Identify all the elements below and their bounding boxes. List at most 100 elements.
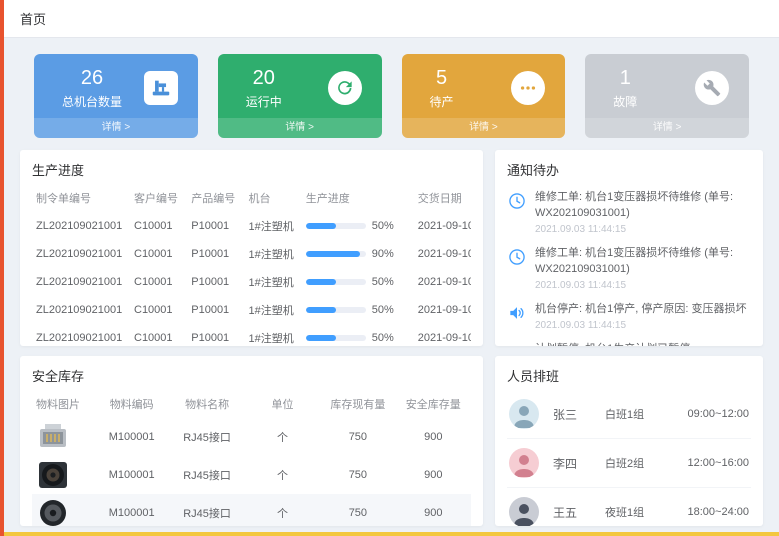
list-item: 张三 白班1组 09:00~12:00 — [507, 390, 751, 439]
progress-cell: 50% — [302, 324, 414, 346]
notification-time: 2021.09.03 11:44:15 — [535, 224, 751, 235]
notification-text: 机台停产: 机台1停产, 停产原因: 变压器损坏 — [535, 302, 746, 318]
card-body: 1 故障 — [585, 54, 749, 118]
staff-shift: 白班1组 — [605, 406, 677, 422]
total-machines-detail-link[interactable]: 详情 > — [34, 118, 198, 138]
refresh-icon — [328, 71, 362, 105]
col-unit: 单位 — [245, 390, 320, 418]
staff-time: 12:00~16:00 — [688, 457, 749, 469]
notification-content: 机台停产: 机台1停产, 停产原因: 变压器损坏 2021.09.03 11:4… — [535, 302, 746, 331]
col-date: 交货日期 — [414, 184, 471, 212]
card-total-machines[interactable]: 26 总机台数量 详情 > — [34, 54, 198, 138]
col-current-stock: 库存现有量 — [320, 390, 395, 418]
tools-icon — [695, 71, 729, 105]
table-row: ZL202109021001 C10001 P10001 1#注塑机 50% 2… — [32, 296, 471, 324]
inventory-table-header: 物料图片 物料编码 物料名称 单位 库存现有量 安全库存量 — [32, 390, 471, 418]
progress-fill — [306, 335, 336, 341]
production-table-header: 制令单编号 客户编号 产品编号 机台 生产进度 交货日期 — [32, 184, 471, 212]
card-fault[interactable]: 1 故障 详情 > — [585, 54, 749, 138]
progress-track — [306, 279, 366, 285]
order-cell: ZL202109021001 — [32, 268, 130, 296]
progress-fill — [306, 307, 336, 313]
progress-cell: 50% — [302, 296, 414, 324]
customer-cell: C10001 — [130, 296, 187, 324]
running-detail-link[interactable]: 详情 > — [218, 118, 382, 138]
clock-icon — [507, 191, 527, 211]
notification-item[interactable]: 机台停产: 机台1停产, 停产原因: 变压器损坏 2021.09.03 11:4… — [507, 296, 751, 336]
col-order: 制令单编号 — [32, 184, 130, 212]
notification-content: 维修工单: 机台1变压器损坏待维修 (单号: WX202109031001) 2… — [535, 190, 751, 235]
table-row: M100001 RJ45接口 个 750 900 — [32, 418, 471, 456]
stat-cards-row: 26 总机台数量 详情 > 20 运行中 — [0, 38, 779, 150]
machine-cell: 1#注塑机 — [245, 212, 302, 240]
product-cell: P10001 — [187, 296, 244, 324]
col-material-name: 物料名称 — [169, 390, 244, 418]
card-waiting[interactable]: 5 待产 详情 > — [402, 54, 566, 138]
table-row: ZL202109021001 C10001 P10001 1#注塑机 50% 2… — [32, 268, 471, 296]
current-stock-cell: 750 — [320, 494, 395, 526]
notification-item[interactable]: 维修工单: 机台1变压器损坏待维修 (单号: WX202109031001) 2… — [507, 184, 751, 240]
date-cell: 2021-09-10 — [414, 268, 471, 296]
avatar — [509, 497, 539, 526]
material-name-cell: RJ45接口 — [169, 494, 244, 526]
waiting-detail-link[interactable]: 详情 > — [402, 118, 566, 138]
fault-label: 故障 — [613, 93, 637, 110]
customer-cell: C10001 — [130, 268, 187, 296]
progress-track — [306, 251, 366, 257]
machine-cell: 1#注塑机 — [245, 268, 302, 296]
material-code-cell: M100001 — [94, 456, 169, 494]
card-info: 20 运行中 — [246, 67, 282, 110]
date-cell: 2021-09-10 — [414, 212, 471, 240]
col-material-code: 物料编码 — [94, 390, 169, 418]
table-row: ZL202109021001 C10001 P10001 1#注塑机 50% 2… — [32, 324, 471, 346]
avatar — [509, 399, 539, 429]
material-name-cell: RJ45接口 — [169, 418, 244, 456]
unit-cell: 个 — [245, 456, 320, 494]
notification-item[interactable]: 计划暂停: 机台1生产计划已暂停 2021.09.03 11:44:15 — [507, 336, 751, 346]
progress-label: 50% — [372, 276, 394, 288]
waiting-value: 5 — [430, 67, 454, 90]
rj45-connector-image — [32, 418, 94, 456]
machine-icon — [144, 71, 178, 105]
machine-cell: 1#注塑机 — [245, 324, 302, 346]
running-value: 20 — [246, 67, 282, 90]
ellipsis-icon — [511, 71, 545, 105]
date-cell: 2021-09-10 — [414, 324, 471, 346]
notification-item[interactable]: 维修工单: 机台1变压器损坏待维修 (单号: WX202109031001) 2… — [507, 240, 751, 296]
card-body: 26 总机台数量 — [34, 54, 198, 118]
progress-fill — [306, 279, 336, 285]
running-label: 运行中 — [246, 93, 282, 110]
progress-label: 90% — [372, 248, 394, 260]
staff-name: 王五 — [553, 504, 605, 521]
col-progress: 生产进度 — [302, 184, 414, 212]
card-body: 20 运行中 — [218, 54, 382, 118]
progress-cell: 50% — [302, 268, 414, 296]
col-material-image: 物料图片 — [32, 390, 94, 418]
progress-label: 50% — [372, 332, 394, 344]
window-left-edge — [0, 0, 4, 536]
waiting-label: 待产 — [430, 93, 454, 110]
staff-shift: 夜班1组 — [605, 504, 677, 520]
progress-label: 50% — [372, 304, 394, 316]
table-row: ZL202109021001 C10001 P10001 1#注塑机 90% 2… — [32, 240, 471, 268]
customer-cell: C10001 — [130, 212, 187, 240]
current-stock-cell: 750 — [320, 456, 395, 494]
table-row: M100001 RJ45接口 个 750 900 — [32, 456, 471, 494]
unit-cell: 个 — [245, 494, 320, 526]
product-cell: P10001 — [187, 212, 244, 240]
notification-time: 2021.09.03 11:44:15 — [535, 280, 751, 291]
safety-stock-cell: 900 — [396, 494, 471, 526]
speaker-image — [32, 494, 94, 526]
staff-time: 18:00~24:00 — [688, 506, 749, 518]
fault-detail-link[interactable]: 详情 > — [585, 118, 749, 138]
dashboard-grid: 生产进度 制令单编号 客户编号 产品编号 机台 生产进度 交货日期 ZL2021… — [0, 150, 779, 526]
card-running[interactable]: 20 运行中 详情 > — [218, 54, 382, 138]
top-tab-bar: 首页 — [0, 0, 779, 38]
order-cell: ZL202109021001 — [32, 240, 130, 268]
inventory-table: 物料图片 物料编码 物料名称 单位 库存现有量 安全库存量 — [32, 390, 471, 526]
staff-name: 张三 — [553, 406, 605, 423]
table-row: ZL202109021001 C10001 P10001 1#注塑机 50% 2… — [32, 212, 471, 240]
staff-schedule-panel: 人员排班 张三 白班1组 09:00~12:00 李四 — [495, 356, 763, 526]
speaker-image — [32, 456, 94, 494]
tab-home[interactable]: 首页 — [20, 9, 46, 28]
